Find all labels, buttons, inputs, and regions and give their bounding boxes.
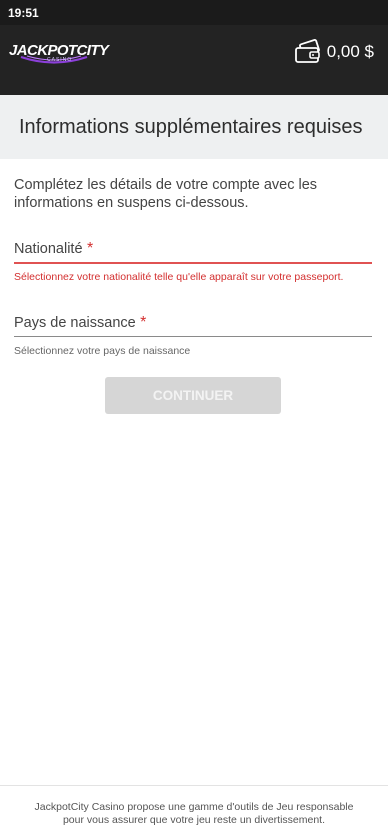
nationality-required-mark: * bbox=[86, 240, 94, 257]
balance-amount: 0,00 $ bbox=[326, 42, 374, 61]
birth-country-label: Pays de naissance bbox=[14, 315, 136, 331]
status-time: 19:51 bbox=[8, 6, 39, 20]
nationality-field[interactable]: Nationalité * bbox=[14, 240, 372, 266]
birth-country-field[interactable]: Pays de naissance * bbox=[14, 314, 372, 338]
nationality-underline bbox=[14, 262, 372, 264]
birth-country-required-mark: * bbox=[140, 314, 147, 331]
status-bar: 19:51 bbox=[0, 0, 388, 25]
birth-country-helper-text: Sélectionnez votre pays de naissance bbox=[14, 345, 191, 357]
footer-divider bbox=[0, 785, 388, 786]
nationality-error-text: Sélectionnez votre nationalité telle qu'… bbox=[14, 271, 344, 283]
nationality-label: Nationalité bbox=[14, 241, 83, 257]
birth-country-underline bbox=[14, 336, 372, 337]
page-title: Informations supplémentaires requises bbox=[19, 116, 363, 138]
footer-line-2: pour vous assurer que votre jeu reste un… bbox=[62, 814, 326, 826]
footer-line-1: JackpotCity Casino propose une gamme d'o… bbox=[34, 801, 354, 813]
app-header: JACKPOTCITY CASINO 0,00 $ bbox=[0, 25, 388, 95]
logo-subtext: CASINO bbox=[47, 57, 73, 63]
continue-button[interactable]: CONTINUER bbox=[105, 377, 281, 414]
wallet-balance-button[interactable]: 0,00 $ bbox=[294, 39, 374, 65]
jackpotcity-logo[interactable]: JACKPOTCITY CASINO bbox=[9, 41, 109, 67]
page-title-bar: Informations supplémentaires requises bbox=[0, 95, 388, 159]
wallet-icon bbox=[294, 39, 320, 63]
responsible-gaming-footer: JackpotCity Casino propose une gamme d'o… bbox=[10, 801, 378, 827]
intro-text: Complétez les détails de votre compte av… bbox=[14, 177, 318, 211]
